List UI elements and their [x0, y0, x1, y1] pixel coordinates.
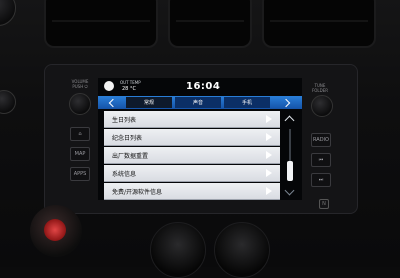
list-item-label: 出厂数据重置 [112, 153, 149, 160]
list-item-label: 系统信息 [112, 171, 137, 178]
list-item-label: 免费/开源软件信息 [112, 189, 163, 196]
touchscreen: OUT TEMP 28 °C 16:04 常规 声音 手机 生日列表 纪念日列表 [98, 78, 302, 200]
scrollbar[interactable] [283, 111, 297, 200]
chevron-right-icon [266, 151, 272, 159]
list-item-birthday[interactable]: 生日列表 [104, 111, 280, 128]
tab-sound[interactable]: 声音 [175, 97, 221, 108]
profile-icon[interactable] [104, 81, 114, 91]
tune-label: TUNE FOLDER [307, 83, 333, 93]
apps-button[interactable]: APPS [70, 167, 90, 181]
climate-knob-center-left[interactable] [150, 222, 206, 278]
volume-knob[interactable] [69, 93, 91, 115]
tab-general[interactable]: 常规 [126, 97, 172, 108]
list-item-anniversary[interactable]: 纪念日列表 [104, 129, 280, 146]
radio-button[interactable]: RADIO [311, 133, 331, 147]
clock: 16:04 [186, 81, 221, 92]
air-vent-left [44, 0, 158, 48]
scroll-down-icon[interactable] [284, 185, 295, 196]
chevron-right-icon [266, 187, 272, 195]
out-temp-value: 28 °C [122, 86, 136, 92]
climate-knob-left[interactable] [30, 205, 82, 257]
chevron-right-icon [266, 133, 272, 141]
volume-label: VOLUME PUSH ⏻ [67, 79, 93, 89]
tab-bar: 常规 声音 手机 [98, 96, 302, 109]
status-bar: OUT TEMP 28 °C 16:04 [98, 78, 302, 96]
list-item-oss-info[interactable]: 免费/开源软件信息 [104, 183, 280, 200]
climate-knob-center-right[interactable] [214, 222, 270, 278]
list-item-system-info[interactable]: 系统信息 [104, 165, 280, 182]
scroll-thumb[interactable] [287, 161, 293, 181]
list-item-label: 纪念日列表 [112, 135, 143, 142]
seek-back-button[interactable]: ⏮ [311, 153, 331, 167]
next-tab-button[interactable] [276, 97, 298, 108]
left-dash-knob[interactable] [0, 90, 16, 114]
list-item-factory-reset[interactable]: 出厂数据重置 [104, 147, 280, 164]
chevron-right-icon [281, 98, 290, 107]
hazard-knob[interactable] [0, 0, 16, 26]
dashboard: VOLUME PUSH ⏻ TUNE FOLDER ⌂ MAP APPS RAD… [0, 0, 400, 278]
home-button[interactable]: ⌂ [70, 127, 90, 141]
tab-phone[interactable]: 手机 [224, 97, 270, 108]
hazard-icon [44, 219, 66, 241]
tune-knob[interactable] [311, 95, 333, 117]
list-item-label: 生日列表 [112, 117, 137, 124]
volume-sub-text: PUSH ⏻ [72, 84, 88, 89]
scroll-up-icon[interactable] [284, 115, 295, 126]
tune-sub-text: FOLDER [311, 88, 329, 93]
out-temp-label: OUT TEMP [120, 80, 141, 85]
seek-forward-button[interactable]: ⏭ [311, 173, 331, 187]
air-vent-right [262, 0, 376, 48]
chevron-left-icon [108, 98, 117, 107]
settings-list: 生日列表 纪念日列表 出厂数据重置 系统信息 免费/开源软件信息 [104, 111, 280, 200]
map-button[interactable]: MAP [70, 147, 90, 161]
chevron-right-icon [266, 115, 272, 123]
back-button[interactable] [102, 97, 120, 108]
air-vent-center [168, 0, 252, 48]
chevron-right-icon [266, 169, 272, 177]
nfc-icon: N [319, 199, 329, 209]
